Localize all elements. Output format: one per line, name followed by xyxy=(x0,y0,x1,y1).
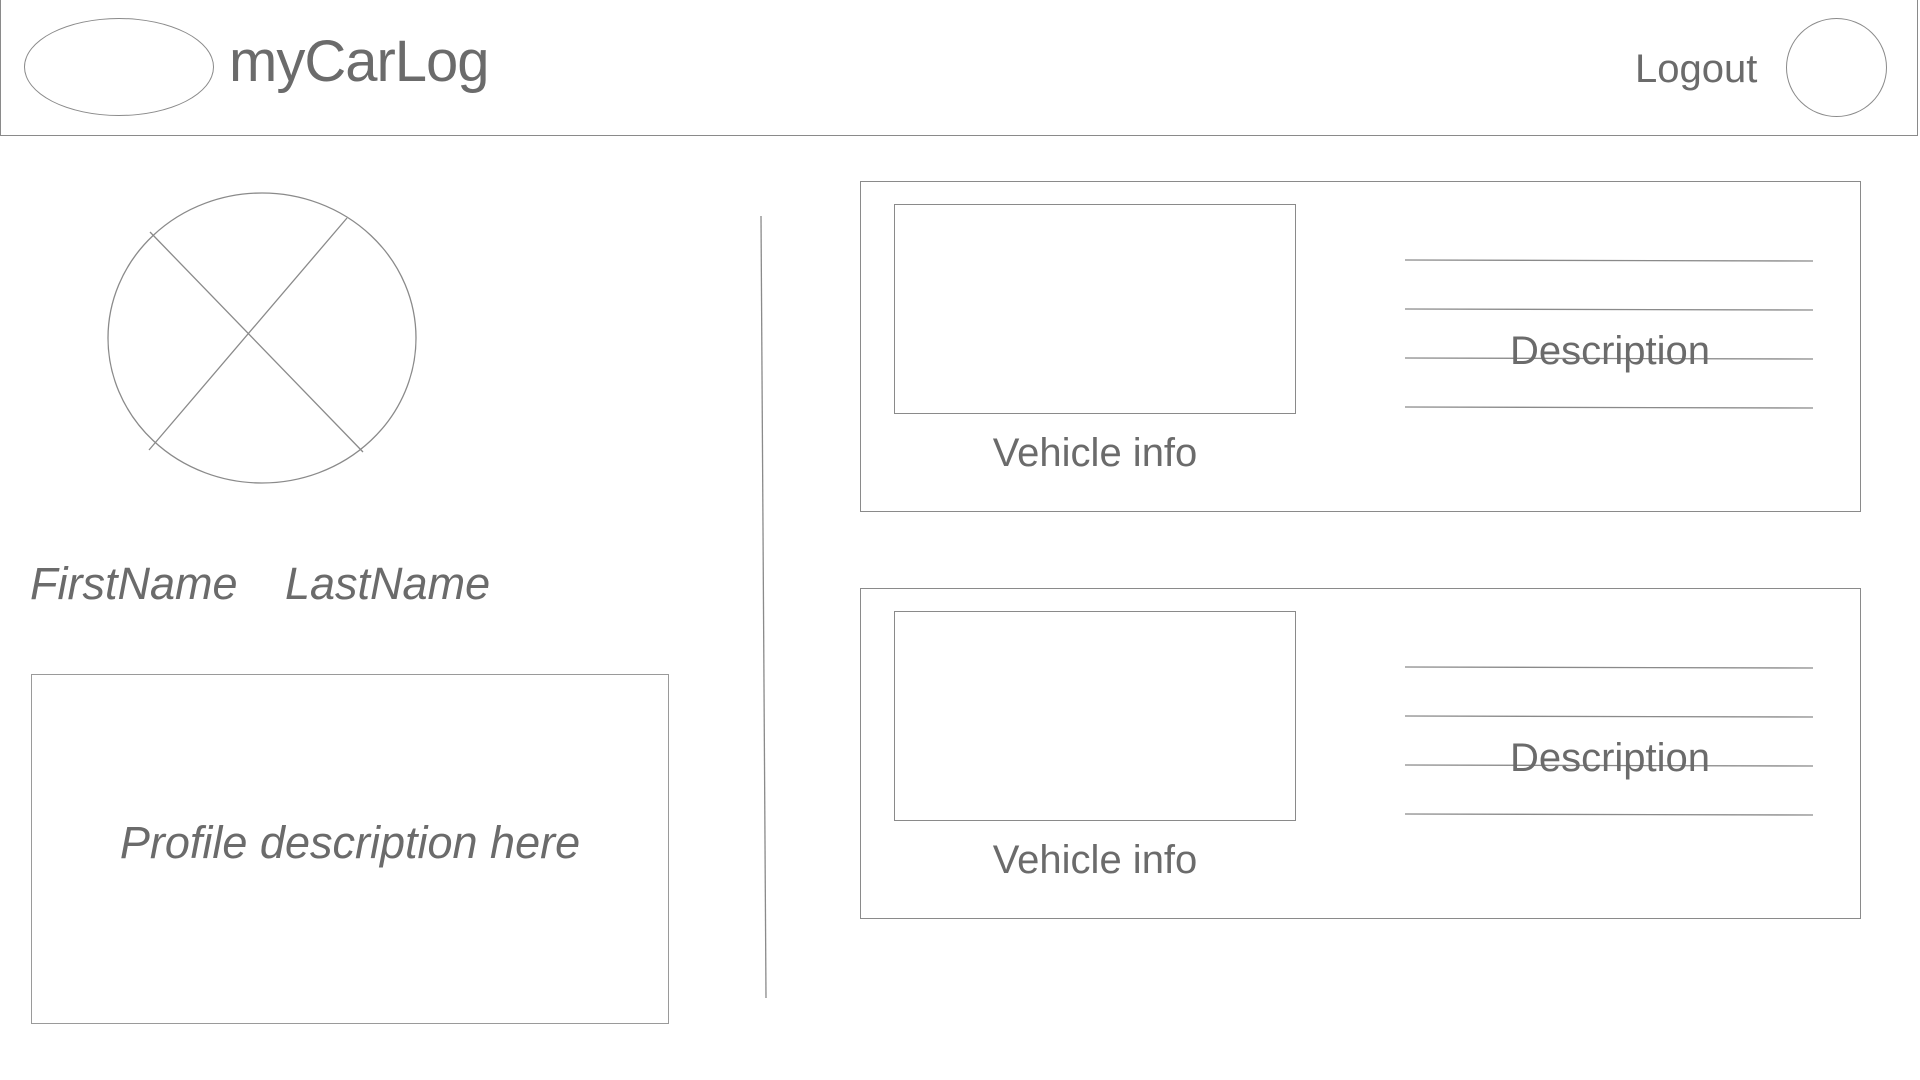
vehicle-description: Description xyxy=(1509,329,1711,373)
column-divider xyxy=(760,216,767,998)
profile-description-box: Profile description here xyxy=(31,674,669,1024)
user-avatar-icon[interactable] xyxy=(1786,18,1887,117)
vehicle-info-label: Vehicle info xyxy=(992,838,1198,882)
vehicle-card[interactable]: Vehicle info Description xyxy=(860,588,1861,919)
profile-description-text: Profile description here xyxy=(119,817,581,868)
profile-first-name: FirstName xyxy=(30,558,238,609)
logout-button[interactable]: Logout xyxy=(1635,44,1757,94)
header-bar: myCarLog Logout xyxy=(0,0,1918,136)
vehicle-image-placeholder xyxy=(894,611,1296,821)
vehicle-image-placeholder xyxy=(894,204,1296,414)
vehicle-info-label: Vehicle info xyxy=(992,431,1198,475)
app-title: myCarLog xyxy=(229,29,490,94)
profile-picture-placeholder-icon xyxy=(107,192,417,484)
vehicle-card[interactable]: Vehicle info Description xyxy=(860,181,1861,512)
logo-placeholder-icon[interactable] xyxy=(24,18,214,116)
profile-last-name: LastName xyxy=(285,558,491,609)
page: myCarLog Logout FirstName LastName Profi… xyxy=(0,0,1920,1080)
vehicle-description: Description xyxy=(1509,736,1711,780)
